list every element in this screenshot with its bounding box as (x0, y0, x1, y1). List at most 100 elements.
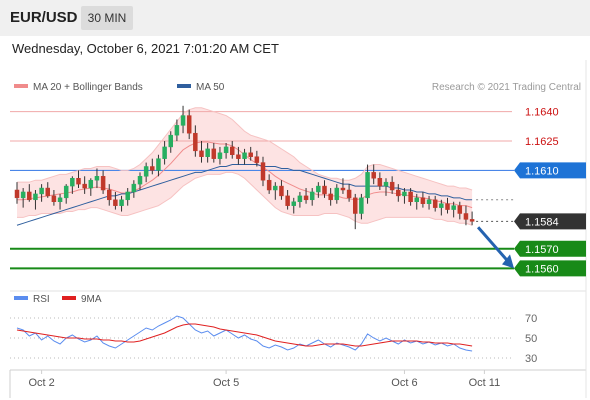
legend-label: MA 20 + Bollinger Bands (33, 82, 143, 93)
candle-body (131, 183, 137, 193)
candle-body (236, 154, 241, 159)
candle-body (137, 176, 143, 185)
candle-body (309, 191, 315, 201)
candle-body (451, 205, 456, 210)
rsi-legend-swatch (62, 296, 76, 300)
candle-body (445, 203, 450, 210)
candle-body (205, 148, 210, 157)
candle-body (365, 172, 370, 199)
legend-label: MA 50 (196, 82, 225, 93)
candle-body (57, 197, 63, 202)
candle-body (168, 134, 173, 148)
candle-body (143, 166, 149, 177)
candle-body (242, 152, 247, 159)
candle-body (94, 176, 100, 181)
candle-body (217, 152, 223, 159)
candle-body (248, 152, 253, 157)
candle-body (383, 181, 389, 187)
candle-body (125, 191, 130, 201)
candle-body (371, 172, 376, 179)
candle-body (14, 189, 20, 199)
candle-body (254, 156, 260, 163)
candle-body (426, 199, 432, 204)
candle-body (20, 191, 26, 199)
candle-body (82, 183, 87, 189)
candle-body (45, 187, 50, 197)
candle-body (223, 146, 229, 154)
rsi-legend-label: RSI (33, 294, 50, 305)
candle-body (346, 189, 352, 199)
rsi-tick-label: 50 (525, 333, 537, 345)
rsi-tick-label: 70 (525, 313, 537, 325)
candle-body (334, 187, 340, 201)
candle-body (88, 179, 94, 189)
chart-area: MA 20 + Bollinger Bands MA 50 Research © 2… (9, 60, 587, 398)
candle-body (297, 195, 303, 202)
candle-body (63, 185, 69, 199)
credit-text: Research © 2021 Trading Central (432, 82, 581, 93)
candle-body (279, 185, 284, 197)
candle-body (469, 219, 475, 222)
support-label: 1.1570 (525, 244, 559, 256)
bollinger-band (17, 107, 473, 226)
candle-body (119, 199, 124, 206)
candle-body (439, 203, 444, 208)
candle-body (377, 178, 383, 187)
legend-swatch (177, 84, 191, 88)
candle-body (457, 205, 463, 214)
candle-body (340, 187, 346, 191)
candle-body (414, 197, 419, 202)
candle-body (328, 193, 333, 201)
candle-body (353, 197, 358, 214)
candle-body (303, 195, 309, 201)
resistance-label: 1.1625 (525, 136, 559, 148)
candle-body (100, 176, 106, 191)
candle-body (33, 193, 38, 201)
x-tick-label: Oct 6 (391, 377, 417, 389)
candle-body (432, 199, 438, 208)
x-tick-label: Oct 2 (28, 377, 54, 389)
candle-body (359, 197, 364, 214)
candle-body (389, 181, 395, 191)
candle-body (156, 158, 161, 171)
candle-body (322, 185, 327, 195)
resistance-label: 1.1640 (525, 107, 559, 119)
support-label: 1.1560 (525, 263, 559, 275)
legend-swatch (14, 84, 28, 88)
current-price-label: 1.1584 (525, 216, 559, 228)
candle-body (174, 125, 180, 136)
candle-body (107, 189, 112, 201)
x-tick-label: Oct 5 (213, 377, 239, 389)
x-tick-label: Oct 11 (469, 377, 501, 389)
candle-body (150, 166, 155, 171)
candle-body (162, 146, 167, 159)
candle-body (266, 179, 272, 191)
candle-body (291, 201, 296, 206)
candle-body (186, 115, 192, 134)
candle-body (396, 189, 401, 197)
rsi-tick-label: 30 (525, 353, 537, 365)
candle-body (193, 132, 198, 152)
candle-body (463, 213, 469, 220)
candle-body (230, 146, 235, 156)
candle-body (199, 150, 204, 157)
candle-body (51, 195, 57, 202)
forecast-arrow-shaft (476, 226, 510, 263)
candle-body (402, 191, 407, 197)
candle-body (211, 148, 217, 159)
candle-body (273, 185, 278, 191)
candle-body (316, 185, 321, 193)
candle-body (420, 197, 426, 204)
candle-body (180, 115, 186, 126)
candle-body (260, 162, 266, 181)
candle-body (39, 187, 44, 195)
candle-body (408, 191, 413, 202)
rsi-legend-label: 9MA (81, 294, 102, 305)
candle-body (285, 195, 290, 206)
candle-body (27, 191, 32, 201)
candle-body (113, 199, 118, 206)
rsi-legend-swatch (14, 296, 28, 300)
candle-body (76, 178, 81, 185)
pivot-label: 1.1610 (525, 165, 559, 177)
candle-body (70, 178, 75, 187)
